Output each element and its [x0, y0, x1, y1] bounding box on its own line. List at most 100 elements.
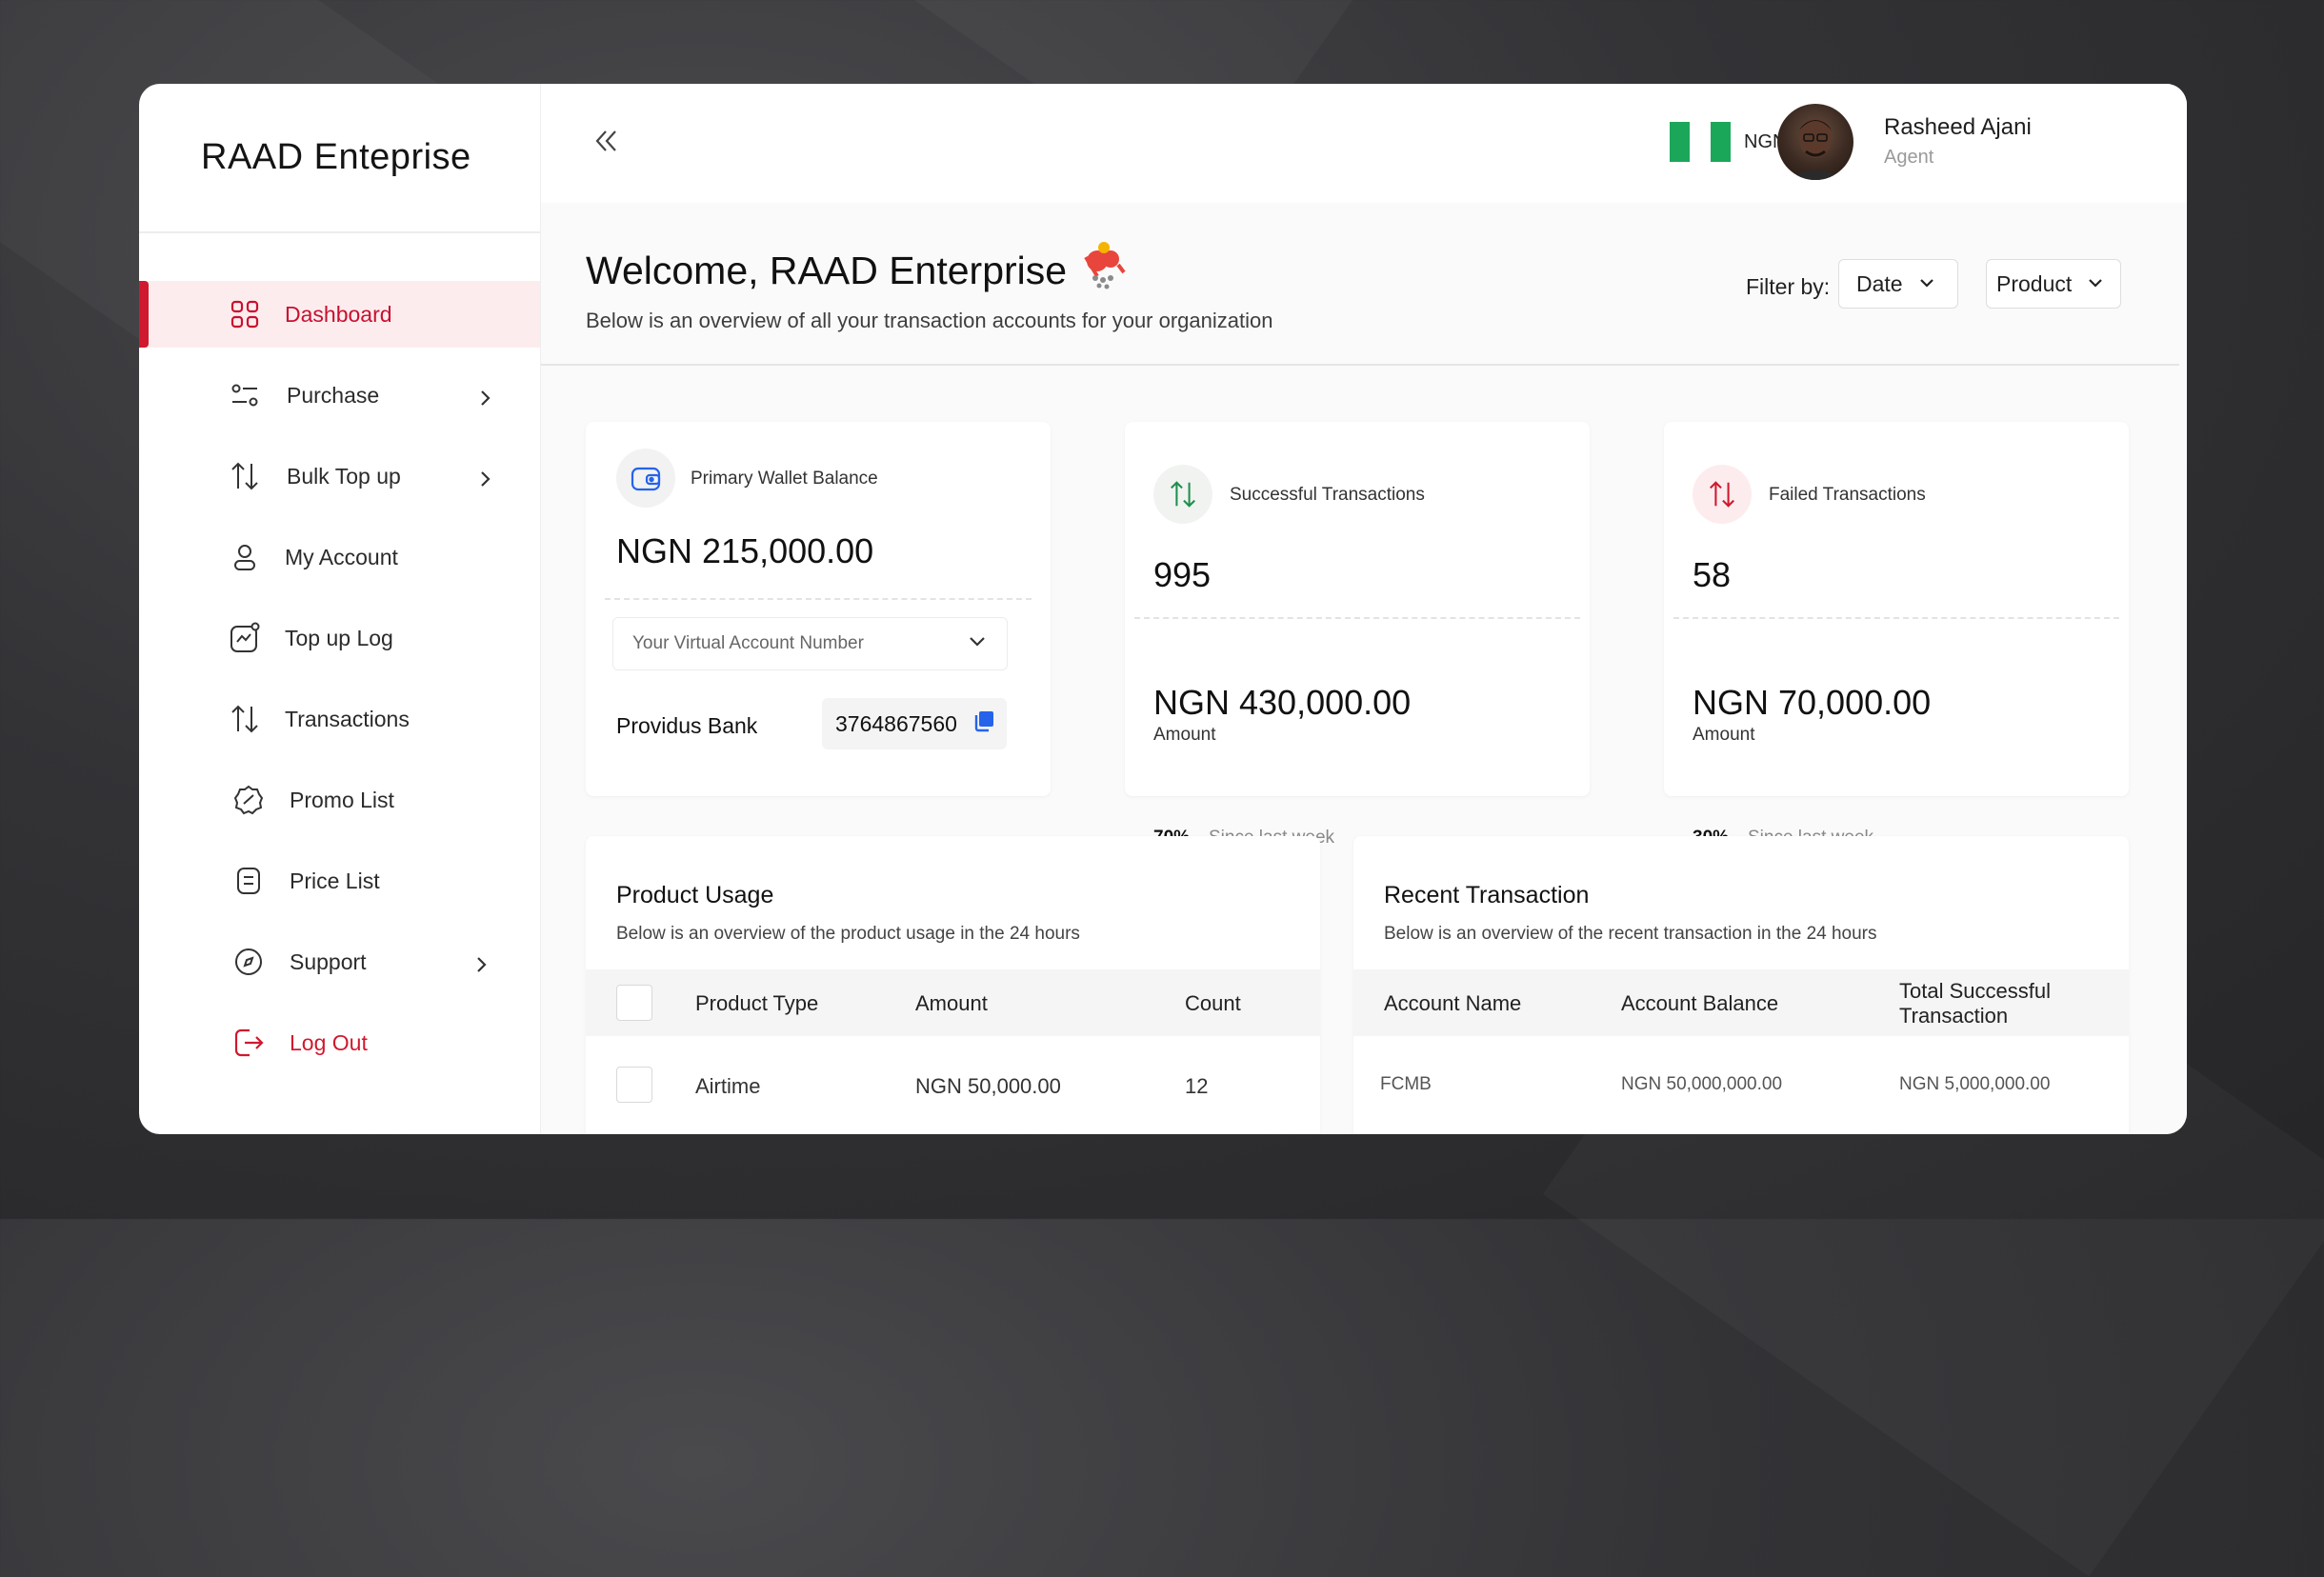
account-balance-cell: NGN 50,000,000.00	[1621, 1074, 1783, 1094]
sidebar-item-label: Price List	[290, 868, 380, 893]
sidebar-item-label: Bulk Top up	[287, 463, 401, 489]
collapse-sidebar-icon[interactable]	[589, 124, 623, 158]
page-title: Welcome, RAAD Enterprise	[586, 238, 1132, 303]
failed-transactions-card: Failed Transactions 58 Amount NGN 70,000…	[1664, 422, 2129, 848]
successful-title: Successful Transactions	[1230, 485, 1425, 505]
account-number-box: 3764867560	[822, 698, 1007, 749]
amount-cell: NGN 50,000.00	[915, 1074, 1061, 1098]
recent-transaction-card: Recent Transaction Below is an overview …	[1353, 836, 2129, 1134]
topbar: NGN Rasheed Ajani Agent	[541, 84, 2187, 203]
sidebar: RAAD Enteprise Dashboard Purchase Bulk T…	[139, 84, 541, 1134]
main-content: NGN Rasheed Ajani Agent Welcome, RAAD En…	[541, 84, 2187, 1134]
header-divider	[541, 364, 2179, 366]
sidebar-item-label: Log Out	[290, 1029, 368, 1055]
table-header: Account Name Account Balance Total Succe…	[1353, 969, 2129, 1036]
sliders-icon	[229, 379, 261, 411]
date-filter-dropdown[interactable]: Date	[1838, 259, 1958, 309]
sidebar-item-label: Promo List	[290, 787, 394, 812]
arrows-up-down-icon	[229, 703, 261, 735]
recent-transaction-title: Recent Transaction	[1384, 882, 1590, 908]
wallet-balance: NGN 215,000.00	[616, 531, 874, 570]
chevron-down-icon	[2087, 271, 2104, 297]
nigeria-flag-icon	[1670, 122, 1731, 162]
chevron-right-icon	[477, 387, 494, 406]
select-all-checkbox[interactable]	[616, 985, 652, 1021]
count-cell: 12	[1185, 1074, 1209, 1098]
failed-title: Failed Transactions	[1769, 485, 1926, 505]
wallet-balance-card: Primary Wallet Balance NGN 215,000.00 Yo…	[586, 422, 1051, 796]
sidebar-item-label: Transactions	[285, 706, 410, 731]
sidebar-item-purchase[interactable]: Purchase	[139, 362, 540, 429]
successful-amount: NGN 430,000.00	[1153, 683, 1412, 722]
sidebar-nav: Dashboard Purchase Bulk Top up My Accoun…	[139, 281, 540, 1076]
welcome-title: Welcome, RAAD Enterprise	[586, 248, 1068, 292]
successful-count: 995	[1153, 555, 1212, 594]
copy-icon[interactable]	[972, 709, 995, 738]
chevron-right-icon	[473, 953, 491, 972]
sidebar-item-price-list[interactable]: Price List	[139, 848, 540, 914]
column-header: Amount	[915, 991, 988, 1015]
user-icon	[229, 541, 261, 573]
chevron-down-icon	[967, 630, 988, 657]
recent-transaction-subtitle: Below is an overview of the recent trans…	[1384, 924, 1877, 944]
bank-name: Providus Bank	[616, 713, 758, 738]
column-header: Count	[1185, 991, 1241, 1015]
sidebar-item-support[interactable]: Support	[139, 928, 540, 995]
card-divider	[1673, 617, 2119, 619]
chevron-right-icon	[477, 468, 494, 487]
sidebar-item-log-out[interactable]: Log Out	[139, 1009, 540, 1076]
arrows-up-down-icon	[1153, 465, 1212, 524]
chevron-down-icon	[1918, 271, 1935, 297]
party-popper-icon	[1076, 238, 1132, 303]
column-header: Account Name	[1384, 991, 1522, 1015]
sidebar-item-label: Top up Log	[285, 625, 393, 650]
date-filter-label: Date	[1856, 270, 1903, 296]
avatar[interactable]	[1777, 104, 1853, 180]
product-filter-dropdown[interactable]: Product	[1986, 259, 2121, 309]
column-header: Product Type	[695, 991, 819, 1015]
compass-icon	[232, 946, 265, 978]
failed-count: 58	[1693, 555, 1732, 594]
amount-label: Amount	[1693, 725, 1755, 745]
product-type-cell: Airtime	[695, 1074, 761, 1098]
welcome-subtitle: Below is an overview of all your transac…	[586, 309, 1273, 332]
column-header: Account Balance	[1621, 991, 1779, 1015]
wallet-title: Primary Wallet Balance	[691, 469, 878, 489]
sidebar-item-label: Support	[290, 948, 367, 974]
sidebar-item-bulk-top-up[interactable]: Bulk Top up	[139, 443, 540, 509]
product-usage-title: Product Usage	[616, 882, 774, 908]
card-divider	[1134, 617, 1580, 619]
filter-label: Filter by:	[1746, 274, 1831, 299]
sidebar-item-label: Purchase	[287, 382, 380, 408]
table-header: Product Type Amount Count	[586, 969, 1320, 1036]
document-icon	[232, 865, 265, 897]
sidebar-item-dashboard[interactable]: Dashboard	[139, 281, 540, 348]
wallet-icon	[616, 449, 675, 508]
account-number: 3764867560	[835, 710, 957, 736]
amount-label: Amount	[1153, 725, 1216, 745]
product-usage-card: Product Usage Below is an overview of th…	[586, 836, 1320, 1134]
sidebar-item-top-up-log[interactable]: Top up Log	[139, 605, 540, 671]
sidebar-item-my-account[interactable]: My Account	[139, 524, 540, 590]
arrows-up-down-icon	[1693, 465, 1752, 524]
virtual-account-placeholder: Your Virtual Account Number	[632, 633, 864, 653]
product-usage-subtitle: Below is an overview of the product usag…	[616, 924, 1080, 944]
account-name-cell: FCMB	[1380, 1074, 1432, 1094]
card-divider	[605, 598, 1032, 600]
chart-log-icon	[229, 622, 261, 654]
badge-icon	[232, 784, 265, 816]
brand-logo: RAAD Enteprise	[139, 84, 540, 233]
failed-amount: NGN 70,000.00	[1693, 683, 1932, 722]
sidebar-item-label: Dashboard	[285, 301, 392, 327]
user-name: Rasheed Ajani	[1884, 114, 2032, 140]
arrows-up-down-icon	[229, 460, 261, 492]
virtual-account-dropdown[interactable]: Your Virtual Account Number	[612, 617, 1008, 670]
sidebar-item-transactions[interactable]: Transactions	[139, 686, 540, 752]
user-role: Agent	[1884, 147, 1934, 168]
row-checkbox[interactable]	[616, 1067, 652, 1103]
app-window: RAAD Enteprise Dashboard Purchase Bulk T…	[139, 84, 2187, 1134]
column-header: Total Successful Transaction	[1899, 979, 2051, 1028]
sidebar-item-label: My Account	[285, 544, 398, 569]
total-successful-cell: NGN 5,000,000.00	[1899, 1074, 2051, 1094]
sidebar-item-promo-list[interactable]: Promo List	[139, 767, 540, 833]
